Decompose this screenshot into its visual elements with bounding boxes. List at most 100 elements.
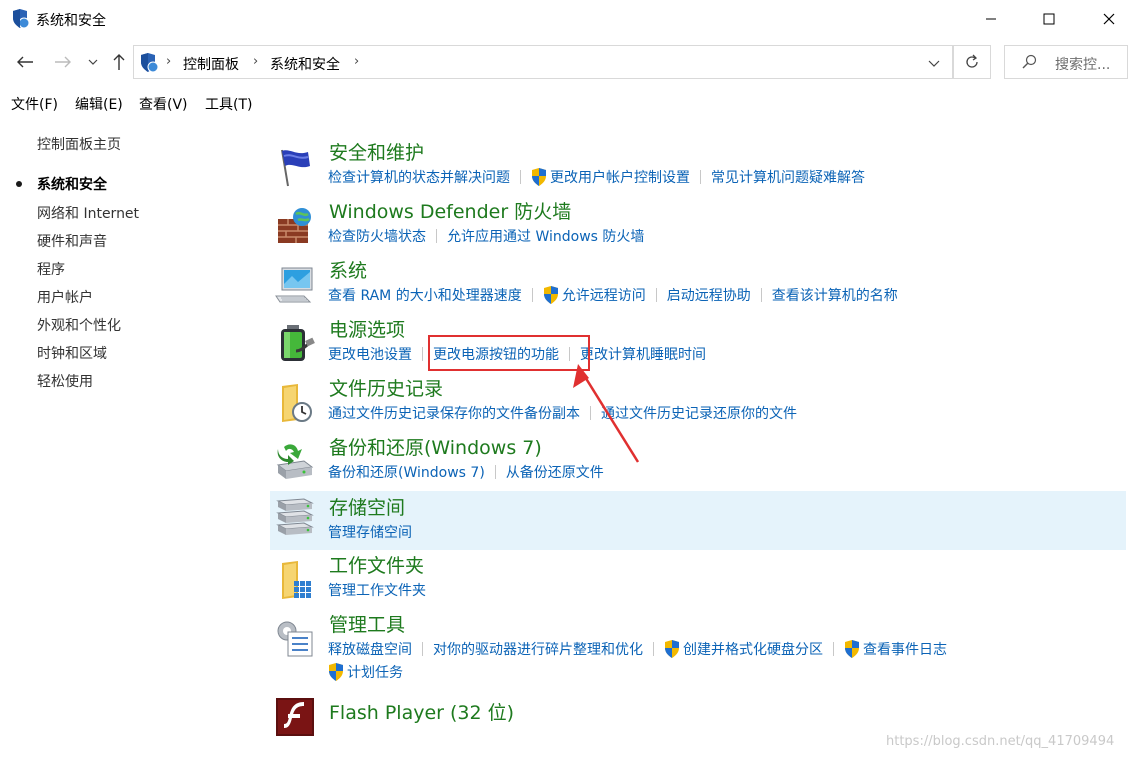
close-button[interactable] bbox=[1086, 0, 1132, 38]
minimize-icon bbox=[986, 18, 996, 20]
link-event-logs[interactable]: 查看事件日志 bbox=[863, 639, 947, 659]
up-button[interactable] bbox=[108, 51, 130, 73]
forward-arrow-icon bbox=[55, 56, 71, 68]
work-folders-icon bbox=[282, 561, 311, 599]
category-title[interactable]: 管理工具 bbox=[329, 610, 405, 637]
divider bbox=[520, 170, 521, 184]
forward-button[interactable] bbox=[52, 51, 74, 73]
recent-locations-button[interactable] bbox=[84, 51, 102, 73]
link-battery-settings[interactable]: 更改电池设置 bbox=[328, 344, 412, 364]
link-allow-app[interactable]: 允许应用通过 Windows 防火墙 bbox=[447, 226, 644, 246]
link-computer-name[interactable]: 查看该计算机的名称 bbox=[772, 285, 898, 305]
link-manage-storage[interactable]: 管理存储空间 bbox=[328, 522, 412, 542]
divider bbox=[833, 642, 834, 656]
breadcrumb-system-security[interactable]: 系统和安全 bbox=[270, 54, 340, 74]
divider bbox=[700, 170, 701, 184]
link-save-backup[interactable]: 通过文件历史记录保存你的文件备份副本 bbox=[328, 403, 580, 423]
sidebar-item-hardware[interactable]: 硬件和声音 bbox=[37, 231, 107, 251]
category-title[interactable]: 安全和维护 bbox=[329, 138, 424, 165]
sidebar-item-clock-region[interactable]: 时钟和区域 bbox=[37, 343, 107, 363]
link-free-disk-space[interactable]: 释放磁盘空间 bbox=[328, 639, 412, 659]
category-firewall: Windows Defender 防火墙 检查防火墙状态 允许应用通过 Windo… bbox=[270, 199, 1126, 258]
category-power-options: 电源选项 更改电池设置 更改电源按钮的功能 更改计算机睡眠时间 bbox=[270, 317, 1126, 376]
firewall-icon bbox=[278, 208, 311, 243]
admin-tools-icon bbox=[277, 621, 313, 657]
category-title[interactable]: 备份和还原(Windows 7) bbox=[329, 433, 542, 460]
link-view-ram[interactable]: 查看 RAM 的大小和处理器速度 bbox=[328, 285, 522, 305]
sidebar-item-ease-of-access[interactable]: 轻松使用 bbox=[37, 371, 93, 391]
category-title[interactable]: 工作文件夹 bbox=[329, 551, 424, 578]
chevron-down-icon bbox=[88, 59, 98, 65]
link-schedule-tasks[interactable]: 计划任务 bbox=[347, 662, 403, 682]
sidebar-item-programs[interactable]: 程序 bbox=[37, 259, 65, 279]
link-remote-assistance[interactable]: 启动远程协助 bbox=[667, 285, 751, 305]
sidebar-item-appearance[interactable]: 外观和个性化 bbox=[37, 315, 121, 335]
minimize-button[interactable] bbox=[968, 0, 1014, 38]
file-history-icon bbox=[282, 384, 312, 422]
breadcrumb-control-panel[interactable]: 控制面板 bbox=[183, 54, 239, 74]
window-title: 系统和安全 bbox=[36, 13, 106, 29]
link-remote-access[interactable]: 允许远程访问 bbox=[562, 285, 646, 305]
computer-icon bbox=[275, 267, 313, 303]
search-icon bbox=[1022, 54, 1037, 69]
link-restore-from-backup[interactable]: 从备份还原文件 bbox=[506, 462, 604, 482]
link-create-partition[interactable]: 创建并格式化硬盘分区 bbox=[683, 639, 823, 659]
back-arrow-icon bbox=[17, 56, 33, 68]
category-title[interactable]: 系统 bbox=[329, 256, 367, 283]
link-check-status[interactable]: 检查计算机的状态并解决问题 bbox=[328, 167, 510, 187]
breadcrumb-separator-icon: › bbox=[354, 54, 360, 69]
backup-icon bbox=[276, 444, 314, 479]
category-backup-restore: 备份和还原(Windows 7) 备份和还原(Windows 7) 从备份还原文件 bbox=[270, 435, 1126, 494]
search-box[interactable]: 搜索控... bbox=[1004, 45, 1128, 79]
uac-shield-icon bbox=[329, 663, 343, 681]
storage-icon bbox=[276, 498, 314, 535]
category-file-history: 文件历史记录 通过文件历史记录保存你的文件备份副本 通过文件历史记录还原你的文件 bbox=[270, 376, 1126, 435]
category-title[interactable]: 存储空间 bbox=[329, 493, 405, 520]
menu-view[interactable]: 查看(V) bbox=[139, 94, 188, 114]
category-storage-spaces: 存储空间 管理存储空间 bbox=[270, 491, 1126, 550]
divider bbox=[653, 642, 654, 656]
divider bbox=[436, 229, 437, 243]
category-work-folders: 工作文件夹 管理工作文件夹 bbox=[270, 553, 1126, 612]
divider bbox=[760, 288, 762, 302]
annotation-highlight-box bbox=[428, 335, 590, 371]
title-bar: 系统和安全 bbox=[0, 0, 1140, 38]
link-manage-work-folders[interactable]: 管理工作文件夹 bbox=[328, 580, 426, 600]
category-title[interactable]: Flash Player (32 位) bbox=[329, 698, 514, 725]
chevron-down-icon bbox=[928, 60, 940, 67]
divider bbox=[655, 288, 657, 302]
menu-edit[interactable]: 编辑(E) bbox=[75, 94, 123, 114]
link-uac-settings[interactable]: 更改用户帐户控制设置 bbox=[550, 167, 690, 187]
up-arrow-icon bbox=[113, 54, 125, 70]
category-title[interactable]: Windows Defender 防火墙 bbox=[329, 197, 571, 224]
divider bbox=[531, 288, 533, 302]
divider bbox=[422, 347, 423, 361]
menu-file[interactable]: 文件(F) bbox=[11, 94, 58, 114]
sidebar-item-network[interactable]: 网络和 Internet bbox=[37, 203, 139, 223]
link-backup-restore-win7[interactable]: 备份和还原(Windows 7) bbox=[328, 462, 485, 482]
link-restore-files[interactable]: 通过文件历史记录还原你的文件 bbox=[601, 403, 797, 423]
address-bar[interactable]: › 控制面板 › 系统和安全 › bbox=[133, 45, 953, 79]
back-button[interactable] bbox=[14, 51, 36, 73]
uac-shield-icon bbox=[665, 640, 679, 658]
menu-tools[interactable]: 工具(T) bbox=[205, 94, 252, 114]
link-firewall-status[interactable]: 检查防火墙状态 bbox=[328, 226, 426, 246]
search-placeholder: 搜索控... bbox=[1055, 57, 1111, 73]
shield-icon bbox=[13, 9, 30, 29]
uac-shield-icon bbox=[845, 640, 859, 658]
sidebar-home-link[interactable]: 控制面板主页 bbox=[37, 134, 121, 154]
refresh-icon bbox=[966, 54, 978, 68]
link-troubleshoot[interactable]: 常见计算机问题疑难解答 bbox=[711, 167, 865, 187]
link-defragment[interactable]: 对你的驱动器进行碎片整理和优化 bbox=[433, 639, 643, 659]
control-panel-icon bbox=[141, 53, 159, 73]
address-dropdown-button[interactable] bbox=[920, 53, 948, 73]
refresh-button[interactable] bbox=[953, 45, 991, 79]
sidebar-item-system-security[interactable]: 系统和安全 bbox=[37, 174, 107, 194]
sidebar-item-user-accounts[interactable]: 用户帐户 bbox=[37, 287, 93, 307]
category-system: 系统 查看 RAM 的大小和处理器速度 允许远程访问 启动远程协助 查看该计算机的名称 bbox=[270, 258, 1126, 317]
link-sleep-time[interactable]: 更改计算机睡眠时间 bbox=[580, 344, 706, 364]
maximize-button[interactable] bbox=[1026, 0, 1072, 38]
category-title[interactable]: 电源选项 bbox=[329, 315, 405, 342]
battery-icon bbox=[281, 325, 315, 361]
category-title[interactable]: 文件历史记录 bbox=[329, 374, 443, 401]
